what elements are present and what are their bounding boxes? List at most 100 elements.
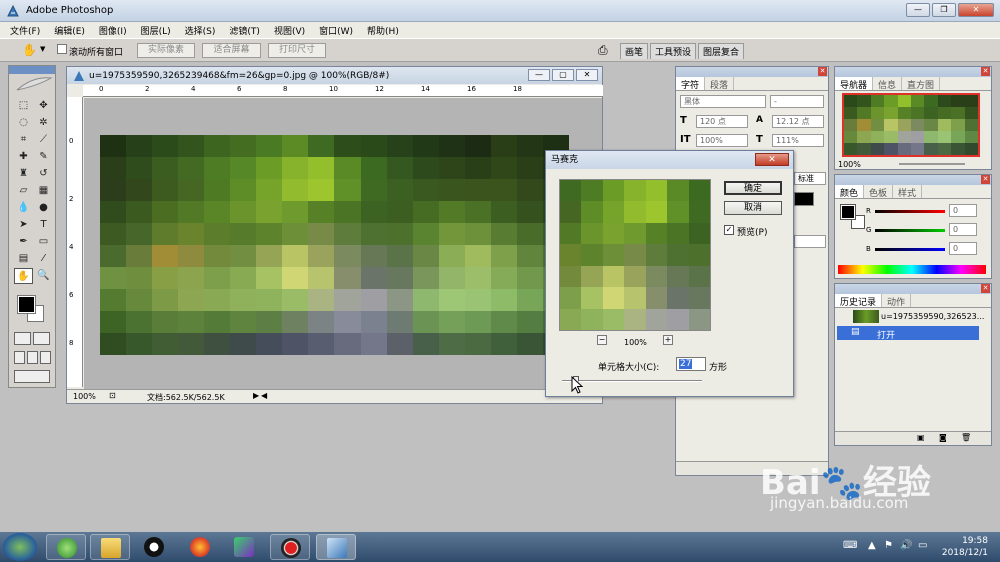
cell-size-slider[interactable]	[562, 380, 702, 382]
panel-close-icon[interactable]: ✕	[818, 67, 827, 76]
print-size-button[interactable]: 打印尺寸	[268, 43, 326, 58]
task-360-browser[interactable]	[46, 534, 86, 560]
history-step-open[interactable]: ▤ 打开	[837, 326, 979, 341]
well-tab-layer-comps[interactable]: 图层复合	[698, 43, 745, 59]
navigator-zoom[interactable]: 100%	[838, 160, 861, 169]
well-tab-brushes[interactable]: 画笔	[620, 43, 649, 59]
doc-close-button[interactable]: ✕	[576, 69, 598, 81]
menu-edit[interactable]: 编辑(E)	[54, 24, 85, 37]
dialog-preview[interactable]	[559, 179, 711, 331]
color-ramp[interactable]	[838, 265, 986, 274]
tab-info[interactable]: 信息	[873, 77, 903, 91]
horizontal-scale-field[interactable]: 111%	[772, 134, 824, 147]
font-style-select[interactable]: -	[770, 95, 824, 108]
font-family-select[interactable]: 黑体	[680, 95, 766, 108]
menu-image[interactable]: 图像(I)	[99, 24, 127, 37]
minimize-button[interactable]: —	[906, 3, 930, 17]
file-browser-icon[interactable]: ⎙	[598, 43, 608, 58]
menu-select[interactable]: 选择(S)	[185, 24, 216, 37]
scroll-all-checkbox[interactable]	[57, 44, 67, 54]
blur-tool-icon[interactable]: 💧	[14, 200, 33, 216]
text-color-swatch[interactable]	[794, 192, 814, 206]
tab-color[interactable]: 颜色	[835, 185, 865, 199]
tab-histogram[interactable]: 直方图	[902, 77, 941, 91]
new-snapshot-icon[interactable]: ◙	[939, 433, 947, 442]
cell-size-input[interactable]: 27	[676, 357, 706, 371]
anti-alias-select[interactable]: 标准	[794, 172, 826, 185]
panel-close-icon[interactable]: ✕	[981, 284, 990, 293]
cancel-button[interactable]: 取消	[724, 201, 782, 215]
leading-field[interactable]: 12.12 点	[772, 115, 824, 128]
tab-styles[interactable]: 样式	[893, 185, 923, 199]
trash-icon[interactable]: 🗑	[961, 433, 971, 442]
tray-monitor-icon[interactable]: ▭	[918, 540, 927, 551]
r-field[interactable]: 0	[949, 204, 977, 217]
doc-minimize-button[interactable]: —	[528, 69, 550, 81]
tray-volume-icon[interactable]: 🔊	[900, 540, 912, 551]
b-field[interactable]: 0	[949, 242, 977, 255]
preview-checkbox[interactable]: ✓	[724, 225, 734, 235]
mosaic-image[interactable]	[100, 135, 569, 355]
shape-tool-icon[interactable]: ▭	[34, 234, 53, 250]
g-slider[interactable]	[875, 229, 945, 232]
tab-paragraph[interactable]: 段落	[705, 77, 735, 91]
tray-network-icon[interactable]: ⚑	[884, 540, 893, 551]
dialog-close-button[interactable]: ✕	[755, 153, 789, 166]
canvas-area[interactable]	[84, 98, 602, 390]
tray-up-arrow-icon[interactable]: ▲	[868, 540, 876, 551]
screen-mode-standard-button[interactable]	[14, 351, 25, 364]
healing-brush-icon[interactable]: ✚	[14, 149, 33, 165]
menu-filter[interactable]: 滤镜(T)	[229, 24, 260, 37]
b-slider[interactable]	[875, 248, 945, 251]
status-menu-arrow-icon[interactable]: ▶	[253, 391, 259, 400]
task-firefox[interactable]	[180, 534, 220, 560]
history-snapshot[interactable]: u=1975359590,326523...	[837, 309, 984, 325]
color-fg-swatch[interactable]	[840, 204, 856, 220]
standard-mode-button[interactable]	[14, 332, 31, 345]
clock[interactable]: 19:58 2018/12/1	[942, 535, 988, 559]
marquee-tool-icon[interactable]: ⬚	[14, 98, 33, 114]
gradient-tool-icon[interactable]: ▦	[34, 183, 53, 199]
crop-tool-icon[interactable]: ⌗	[14, 132, 33, 148]
hand-tool-icon[interactable]: ✋	[22, 43, 37, 57]
history-brush-icon[interactable]: ↺	[34, 166, 53, 182]
panel-close-icon[interactable]: ✕	[981, 67, 990, 76]
new-document-icon[interactable]: ▣	[917, 433, 925, 442]
foreground-color-swatch[interactable]	[17, 295, 36, 314]
quick-mask-button[interactable]	[33, 332, 50, 345]
restore-button[interactable]: ❐	[932, 3, 956, 17]
menu-view[interactable]: 视图(V)	[274, 24, 305, 37]
ok-button[interactable]: 确定	[724, 181, 782, 195]
zoom-tool-icon[interactable]: 🔍	[34, 268, 53, 284]
task-explorer[interactable]	[90, 534, 130, 560]
task-qq[interactable]	[134, 534, 174, 560]
font-size-field[interactable]: 120 点	[696, 115, 748, 128]
well-tab-tool-presets[interactable]: 工具预设	[650, 43, 697, 59]
task-video-app[interactable]	[224, 534, 264, 560]
eyedropper-tool-icon[interactable]: ⁄	[34, 251, 53, 267]
tab-navigator[interactable]: 导航器	[835, 77, 874, 91]
menu-file[interactable]: 文件(F)	[10, 24, 40, 37]
task-photoshop[interactable]	[316, 534, 356, 560]
navigator-view-box[interactable]	[842, 93, 980, 157]
notes-tool-icon[interactable]: ▤	[14, 251, 33, 267]
tab-swatches[interactable]: 色板	[864, 185, 894, 199]
menu-window[interactable]: 窗口(W)	[319, 24, 353, 37]
actual-pixels-button[interactable]: 实际像素	[137, 43, 195, 58]
tab-character[interactable]: 字符	[676, 77, 706, 91]
scroll-left-arrow-icon[interactable]: ◀	[261, 391, 267, 400]
screen-mode-full-button[interactable]	[40, 351, 51, 364]
language-select[interactable]	[794, 235, 826, 248]
navigator-zoom-slider[interactable]	[899, 163, 965, 165]
pen-tool-icon[interactable]: ✒	[14, 234, 33, 250]
zoom-in-button[interactable]: +	[663, 335, 673, 345]
tab-history[interactable]: 历史记录	[835, 294, 883, 308]
lasso-tool-icon[interactable]: ◌	[14, 115, 33, 131]
slice-tool-icon[interactable]: ⟋	[34, 132, 53, 148]
close-button[interactable]: ✕	[958, 3, 994, 17]
menu-help[interactable]: 帮助(H)	[367, 24, 399, 37]
screen-mode-full-menu-button[interactable]	[27, 351, 38, 364]
task-recorder[interactable]	[270, 534, 310, 560]
zoom-level[interactable]: 100%	[73, 392, 96, 401]
jump-to-imageready-button[interactable]	[14, 370, 50, 383]
